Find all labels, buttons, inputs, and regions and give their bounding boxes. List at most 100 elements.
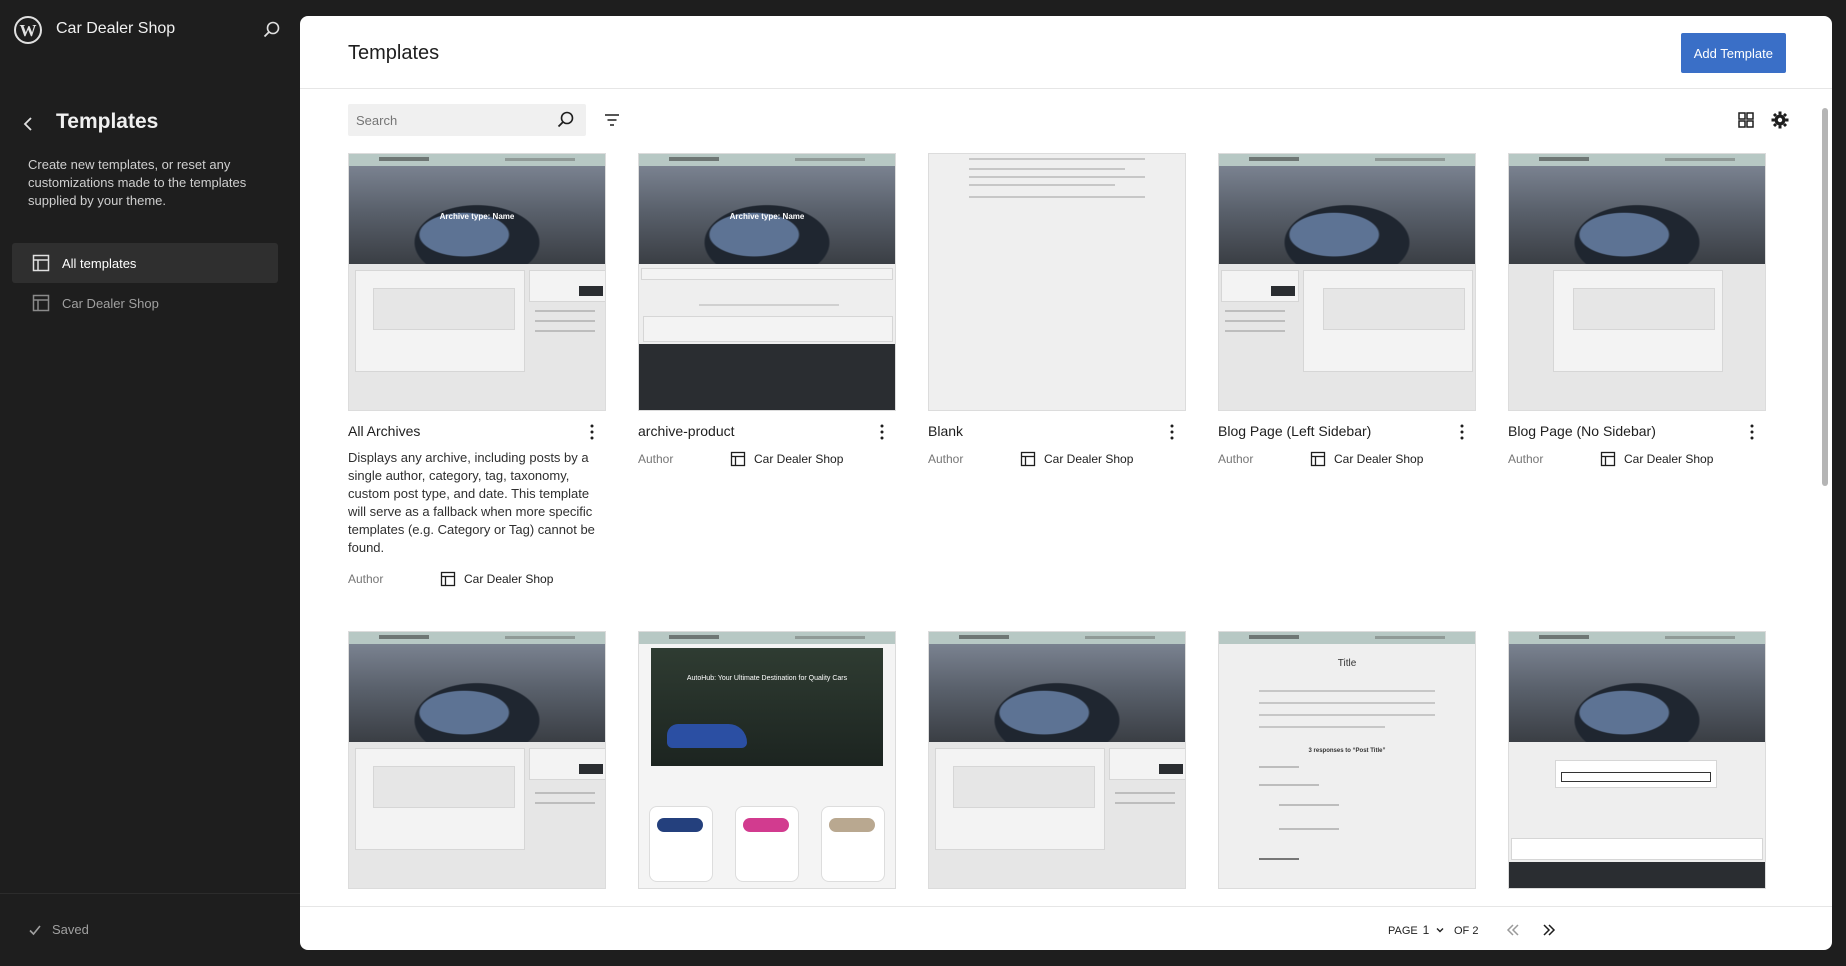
preview-header: [1219, 154, 1475, 166]
template-title[interactable]: Blog Page (No Sidebar): [1508, 423, 1656, 439]
site-bar: W Car Dealer Shop: [0, 0, 300, 60]
template-card: [348, 631, 606, 889]
template-meta: Author Car Dealer Shop: [638, 451, 843, 467]
sidebar-item-label: All templates: [62, 255, 137, 271]
wordpress-logo-icon[interactable]: W: [14, 16, 42, 44]
preview-header: [349, 154, 605, 166]
template-preview[interactable]: [928, 153, 1186, 411]
template-preview[interactable]: [1218, 153, 1476, 411]
grid-view-icon[interactable]: [1736, 110, 1756, 130]
preview-body: [1219, 264, 1475, 410]
gear-icon[interactable]: [1770, 110, 1790, 130]
author-label: Author: [1508, 452, 1544, 466]
author-label: Author: [638, 452, 674, 466]
sidebar-divider: [0, 893, 300, 894]
template-meta: Author Car Dealer Shop: [1218, 451, 1423, 467]
layout-icon: [1020, 451, 1036, 467]
template-card-all-archives: Archive type: Name All Archives Displays…: [348, 153, 606, 587]
template-meta: Author Car Dealer Shop: [1508, 451, 1713, 467]
site-name[interactable]: Car Dealer Shop: [56, 20, 175, 38]
author-value: Car Dealer Shop: [754, 452, 844, 466]
last-page-icon[interactable]: [1540, 921, 1558, 939]
template-preview[interactable]: [1508, 153, 1766, 411]
main-panel: Templates Add Template Search Archive ty…: [300, 16, 1832, 950]
preview-body: [349, 264, 605, 410]
layout-icon: [32, 254, 50, 272]
template-preview[interactable]: [348, 631, 606, 889]
preview-hero-image: [1219, 166, 1475, 264]
more-vertical-icon[interactable]: [1456, 423, 1468, 441]
svg-text:W: W: [20, 21, 37, 40]
template-title[interactable]: Blog Page (Left Sidebar): [1218, 423, 1371, 439]
chevron-down-icon: [1436, 928, 1444, 933]
author-label: Author: [348, 572, 384, 586]
template-title[interactable]: archive-product: [638, 423, 735, 439]
more-vertical-icon[interactable]: [1166, 423, 1178, 441]
preview-header: [1509, 154, 1765, 166]
template-description: Displays any archive, including posts by…: [348, 450, 595, 555]
page-label: PAGE: [1388, 925, 1418, 937]
preview-body: [1509, 264, 1765, 410]
page-select[interactable]: 1: [1416, 920, 1452, 940]
check-icon: [29, 924, 41, 935]
sidebar-description: Create new templates, or reset any custo…: [28, 157, 247, 208]
template-title[interactable]: All Archives: [348, 423, 420, 439]
template-card-blog-page-no-sidebar: Blog Page (No Sidebar) Author Car Dealer…: [1508, 153, 1766, 467]
preview-header: [639, 154, 895, 166]
template-card: Title 3 responses to “Post Title”: [1218, 631, 1476, 889]
template-preview[interactable]: Archive type: Name: [638, 153, 896, 411]
sidebar-item-car-dealer-shop[interactable]: Car Dealer Shop: [12, 283, 278, 323]
template-card: [1508, 631, 1766, 889]
template-card-archive-product: Archive type: Name archive-product Autho…: [638, 153, 896, 467]
layout-icon: [1600, 451, 1616, 467]
layout-icon: [730, 451, 746, 467]
add-template-button[interactable]: Add Template: [1680, 33, 1786, 73]
author-value: Car Dealer Shop: [1044, 452, 1134, 466]
pagination: PAGE 1 OF 2: [300, 906, 1832, 950]
search-icon[interactable]: [556, 110, 576, 130]
sidebar-title: Templates: [56, 110, 159, 133]
template-preview[interactable]: Title 3 responses to “Post Title”: [1218, 631, 1476, 889]
template-preview[interactable]: Archive type: Name: [348, 153, 606, 411]
template-preview[interactable]: AutoHub: Your Ultimate Destination for Q…: [638, 631, 896, 889]
back-chevron-icon[interactable]: [20, 114, 36, 134]
page-current: 1: [1422, 923, 1430, 937]
page-total: OF 2: [1454, 925, 1479, 937]
page-header: Templates Add Template: [300, 16, 1832, 89]
preview-hero-image: Archive type: Name: [349, 166, 605, 264]
template-preview[interactable]: [928, 631, 1186, 889]
sidebar-item-all-templates[interactable]: All templates: [12, 243, 278, 283]
toolbar: [348, 104, 1789, 136]
search-icon[interactable]: [262, 20, 282, 40]
filter-icon[interactable]: [602, 110, 622, 130]
more-vertical-icon[interactable]: [876, 423, 888, 441]
sidebar-item-label: Car Dealer Shop: [62, 295, 159, 311]
scrollbar-thumb[interactable]: [1822, 108, 1828, 486]
more-vertical-icon[interactable]: [1746, 423, 1758, 441]
preview-hero-image: Archive type: Name: [639, 166, 895, 264]
template-meta: Author Car Dealer Shop: [348, 571, 553, 587]
template-card: AutoHub: Your Ultimate Destination for Q…: [638, 631, 896, 889]
preview-title: Title: [1337, 658, 1357, 669]
preview-body: [639, 264, 895, 410]
author-value: Car Dealer Shop: [1334, 452, 1424, 466]
template-title[interactable]: Blank: [928, 423, 963, 439]
search-input[interactable]: [348, 104, 564, 136]
more-vertical-icon[interactable]: [586, 423, 598, 441]
search-box: [348, 104, 586, 136]
page-title: Templates: [348, 42, 440, 64]
layout-icon: [1310, 451, 1326, 467]
template-preview[interactable]: [1508, 631, 1766, 889]
author-label: Author: [1218, 452, 1254, 466]
layout-icon: [32, 294, 50, 312]
preview-comments-heading: 3 responses to “Post Title”: [1308, 748, 1386, 754]
sidebar: W Car Dealer Shop Templates Create new t…: [0, 0, 300, 966]
author-value: Car Dealer Shop: [1624, 452, 1714, 466]
author-value: Car Dealer Shop: [464, 572, 554, 586]
preview-hero-image: [1509, 166, 1765, 264]
saved-label: Saved: [52, 922, 89, 937]
template-meta: Author Car Dealer Shop: [928, 451, 1133, 467]
first-page-icon[interactable]: [1504, 921, 1522, 939]
author-label: Author: [928, 452, 964, 466]
saved-status: Saved: [28, 922, 89, 937]
